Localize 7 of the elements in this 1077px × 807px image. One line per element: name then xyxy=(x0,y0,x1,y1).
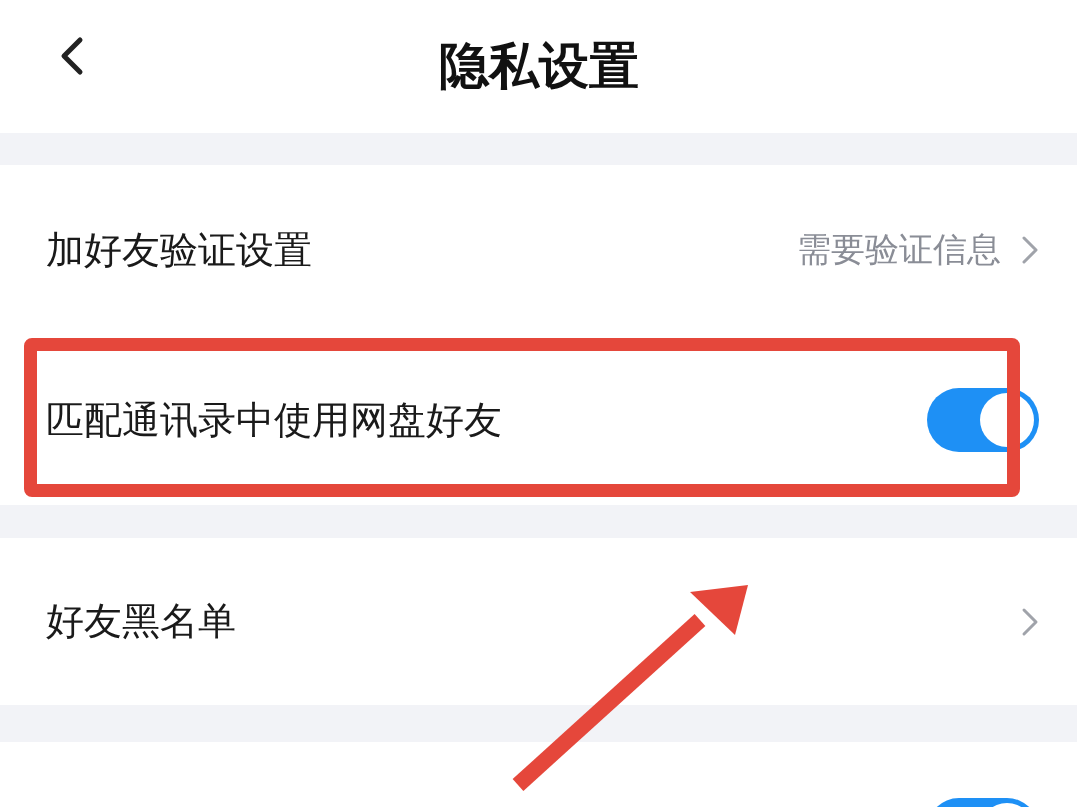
setting-label: 匹配通讯录中使用网盘好友 xyxy=(46,396,503,444)
setting-value: 需要验证信息 xyxy=(797,228,1001,271)
chevron-icon xyxy=(1021,235,1039,265)
setting-label: 加好友验证设置 xyxy=(46,226,313,274)
chevron-icon xyxy=(1021,606,1039,637)
setting-label: 好友黑名单 xyxy=(46,598,237,645)
page-title: 隐私设置 xyxy=(438,36,639,97)
